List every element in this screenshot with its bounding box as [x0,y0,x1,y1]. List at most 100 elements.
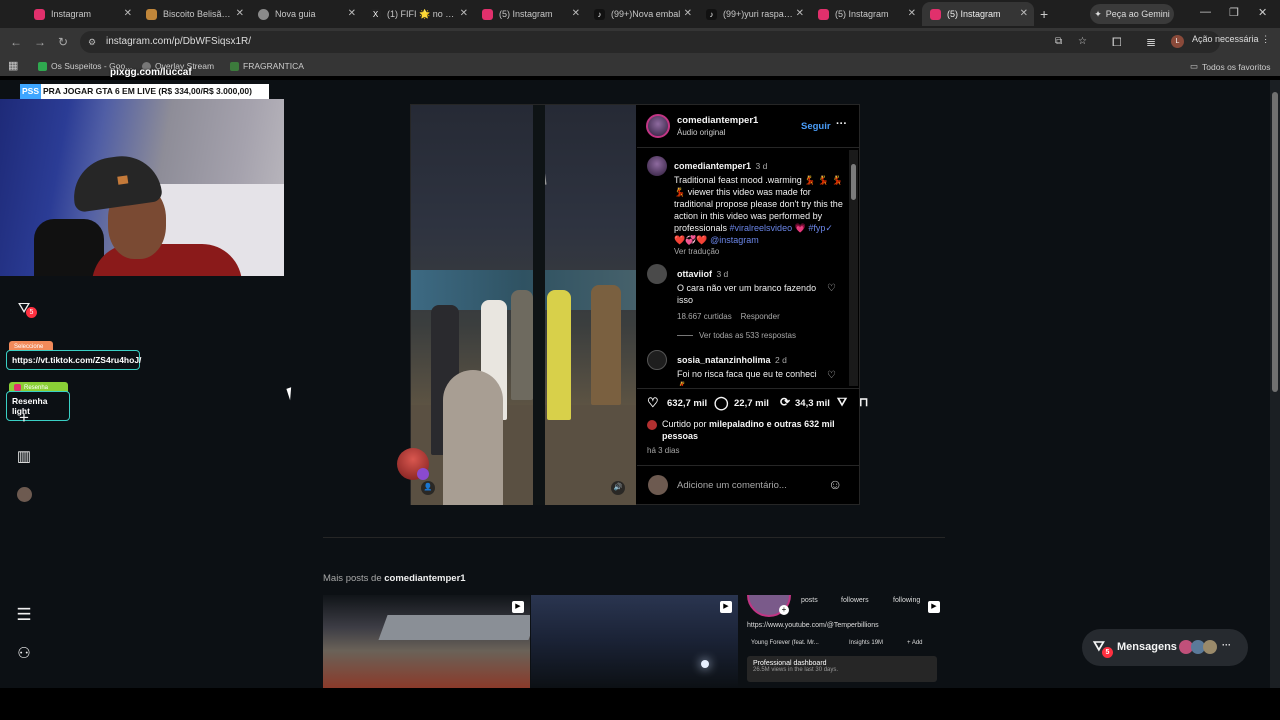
tab-title: Biscoito Belisão: C [163,9,233,19]
share-icon[interactable]: ⛛ [837,395,847,410]
avatar[interactable] [647,264,667,284]
post-thumbnail[interactable]: ▶ [323,595,530,688]
comment-input[interactable]: Adicione um comentário... [677,480,787,491]
close-tab-icon[interactable]: ✕ [236,8,244,19]
action-required[interactable]: Ação necessária ⋮ [1192,34,1270,45]
volume-icon[interactable]: 🔊 [611,481,625,495]
thumbnail-dashboard-sub: 26.5M views in the last 30 days. [753,667,839,673]
close-tab-icon[interactable]: ✕ [1020,8,1028,19]
close-tab-icon[interactable]: ✕ [572,8,580,19]
mention-link[interactable]: @instagram [710,235,759,245]
apps-icon[interactable]: ▦ [8,59,18,72]
profile-avatar-nav[interactable] [14,484,34,504]
reading-list-icon[interactable]: ≣ [1146,35,1156,49]
video-scene-figure [443,370,503,505]
more-posts-user[interactable]: comediantemper1 [384,573,465,584]
restore-icon[interactable]: ❐ [1229,6,1239,19]
comment-icon[interactable]: ◯ [714,395,729,411]
all-favorites[interactable]: ▭ Todos os favoritos [1190,61,1271,72]
liked-by-avatar [647,420,657,430]
close-tab-icon[interactable]: ✕ [796,8,804,19]
like-comment-icon[interactable]: ♡ [827,370,836,381]
install-icon[interactable]: ⧉ [1055,31,1062,53]
menu-dots-icon[interactable]: ⋮ [1261,34,1270,44]
comment-user[interactable]: ottaviiof [677,269,712,279]
repost-count[interactable]: 34,3 mil [795,398,830,409]
comment-count[interactable]: 22,7 mil [734,398,769,409]
view-replies-link[interactable]: Ver todas as 533 respostas [699,331,796,340]
site-icon [146,8,157,20]
bookmark-item[interactable]: FRAGRANTICA [230,61,304,71]
close-tab-icon[interactable]: ✕ [908,8,916,19]
post-thumbnail[interactable]: + posts followers following https://www.… [739,595,946,688]
more-options-icon[interactable]: ··· [836,118,847,130]
browser-tab[interactable]: ♪ (99+)yuri raspand ✕ [698,2,810,26]
reload-icon[interactable]: ↻ [58,35,68,49]
save-icon[interactable]: ⊓ [859,395,868,409]
more-menu-icon[interactable]: ☰ [14,605,34,625]
reply-button[interactable]: Responder [741,312,780,321]
browser-tab[interactable]: (5) Instagram ✕ [474,2,586,26]
post-actions: ♡ 632,7 mil ◯ 22,7 mil ⟳ 34,3 mil ⛛ ⊓ [647,395,868,413]
back-icon[interactable]: ← [10,35,22,49]
avatar [16,486,32,502]
tab-title: Instagram [51,9,92,19]
browser-tab[interactable]: Nova guia ✕ [250,2,362,26]
like-comment-icon[interactable]: ♡ [827,283,836,294]
comment-user[interactable]: sosia_natanzinholima [677,355,771,365]
post-video[interactable]: 👤 🔊 [411,105,636,505]
post-author[interactable]: comediantemper1 [677,115,758,126]
author-avatar[interactable] [646,114,670,138]
view-replies-row[interactable]: Ver todas as 533 respostas [677,331,822,340]
see-translation-link[interactable]: Ver tradução [674,247,844,256]
follow-button[interactable]: Seguir [801,121,831,132]
close-window-icon[interactable]: ✕ [1258,6,1267,19]
hashtag-link[interactable]: #fyp✓ [808,223,833,233]
browser-tab-active[interactable]: (5) Instagram ✕ [922,2,1034,26]
minimize-icon[interactable]: — [1200,6,1211,18]
star-icon[interactable]: ☆ [1078,31,1087,53]
activity-icon[interactable]: ⛛ 5 [14,298,37,318]
avatar[interactable] [647,156,667,176]
messages-button[interactable]: ⛛ 5 Mensagens ··· [1082,629,1248,666]
close-tab-icon[interactable]: ✕ [348,8,356,19]
repost-icon[interactable]: ⟳ [780,395,790,409]
browser-tab[interactable]: Biscoito Belisão: C ✕ [138,2,250,26]
browser-tab[interactable]: X (1) FIFI 🌟 no X: " ✕ [362,2,474,26]
close-tab-icon[interactable]: ✕ [124,8,132,19]
like-count[interactable]: 632,7 mil [667,398,707,409]
avatar[interactable] [647,350,667,370]
create-icon[interactable]: + [14,408,34,428]
comments-scrollbar[interactable] [849,150,858,386]
threads-icon[interactable]: ⚇ [14,643,34,663]
forward-icon[interactable]: → [34,35,46,49]
insights-icon[interactable]: ▥ [14,446,34,466]
video-scene-pole [533,105,545,505]
thumbnail-insights-count: 19M [871,640,884,646]
browser-tab[interactable]: ♪ (99+)Nova embal ✕ [586,2,698,26]
browser-tab[interactable]: Instagram ✕ [26,2,138,26]
more-posts-prefix: Mais posts de [323,573,382,584]
caption-user[interactable]: comediantemper1 [674,161,751,171]
tagged-user-icon[interactable]: 👤 [421,481,435,495]
messages-badge: 5 [1102,647,1113,658]
address-bar[interactable]: ⚙ instagram.com/p/DbWFSiqsx1R/ ⧉ ☆ [80,31,1220,53]
post-thumbnail[interactable]: ▶ [531,595,738,688]
browser-tab[interactable]: (5) Instagram ✕ [810,2,922,26]
audio-label[interactable]: Áudio original [677,128,725,137]
site-info-icon[interactable]: ⚙ [88,31,96,53]
liked-by-user[interactable]: milepaladino [709,419,764,429]
close-tab-icon[interactable]: ✕ [684,8,692,19]
gemini-button[interactable]: ✦ Peça ao Gemini [1090,4,1174,24]
scroll-thumb[interactable] [851,164,856,200]
extensions-icon[interactable]: ⧠ [1112,35,1122,50]
emoji-icon[interactable]: ☺ [828,476,842,492]
page-scroll-thumb[interactable] [1272,92,1278,392]
hashtag-link[interactable]: #viralreelsvideo [730,223,793,233]
close-tab-icon[interactable]: ✕ [460,8,468,19]
floating-profile-avatar[interactable] [397,448,429,480]
pix-overlay-text: pixgg.com/luccaf [110,67,192,78]
new-tab-button[interactable]: + [1040,6,1048,22]
profile-avatar[interactable]: L [1171,35,1184,48]
like-icon[interactable]: ♡ [647,395,659,411]
